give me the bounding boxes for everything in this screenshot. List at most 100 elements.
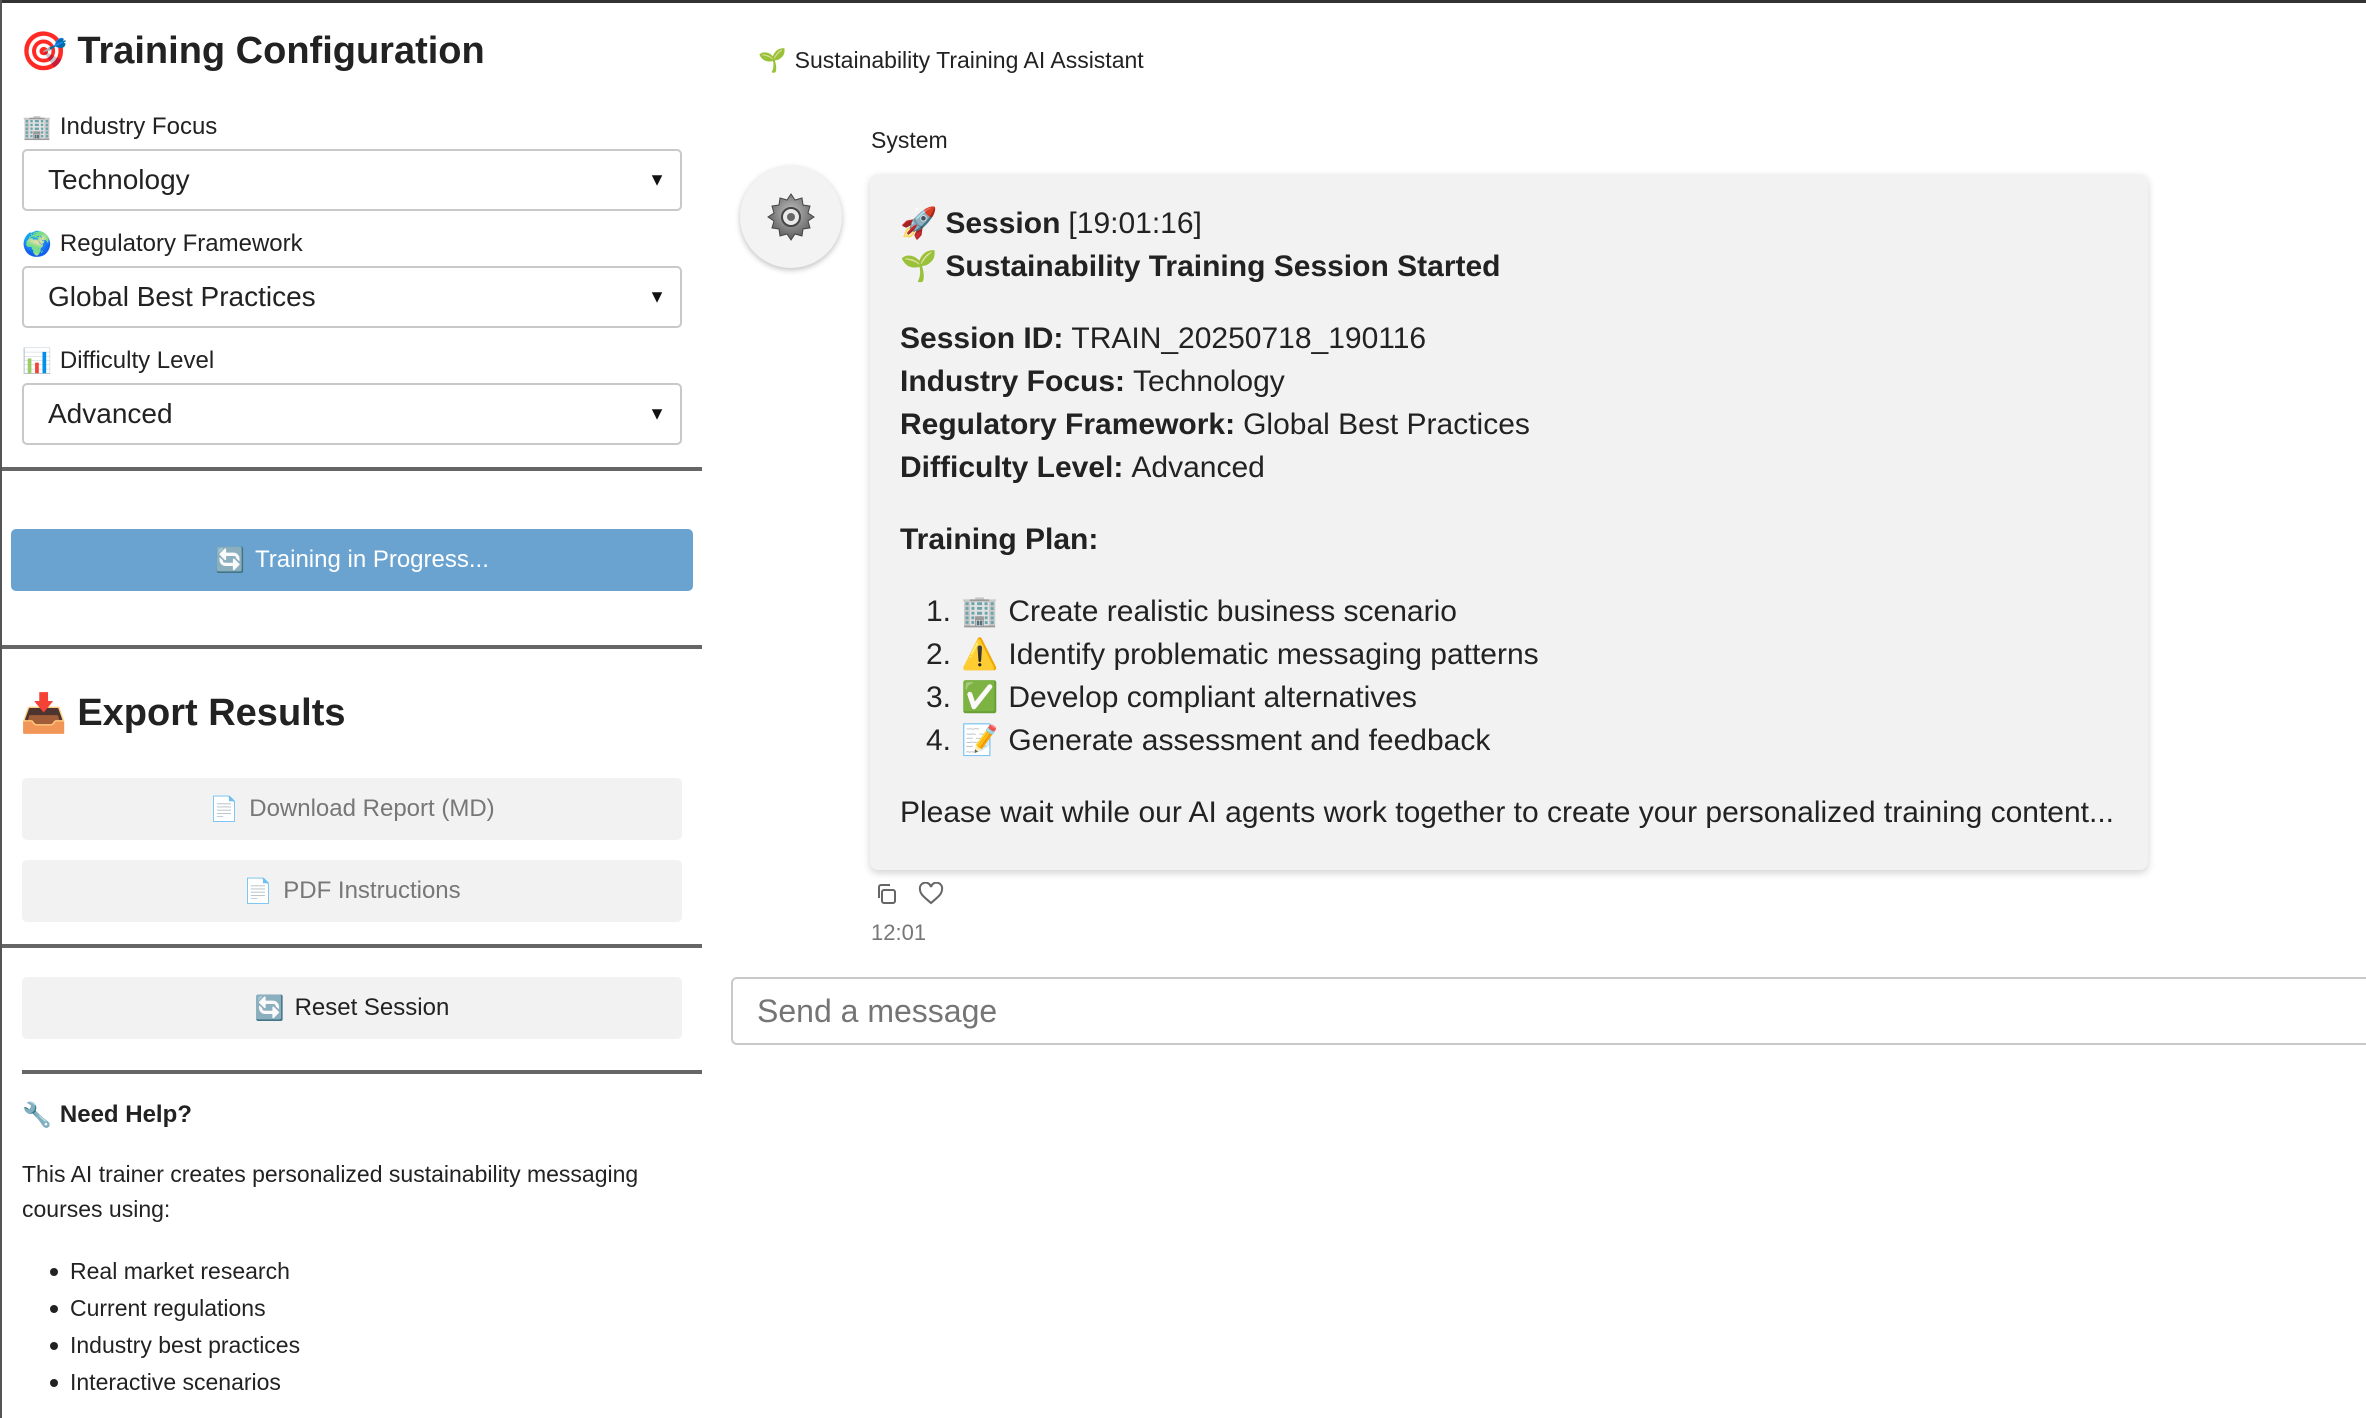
list-text: Create realistic business scenario <box>1008 594 1457 628</box>
list-item: Real market research <box>50 1253 300 1290</box>
gear-icon <box>767 193 815 241</box>
industry-focus-select[interactable]: Technology ▼ <box>22 149 682 211</box>
difficulty-level-select[interactable]: Advanced ▼ <box>22 383 682 445</box>
difficulty-level-label-text: Difficulty Level <box>59 347 215 374</box>
field-key: Industry Focus: <box>900 364 1126 398</box>
session-started-line: 🌱 Sustainability Training Session Starte… <box>900 245 2118 288</box>
field-key: Session ID: <box>900 321 1064 355</box>
dropdown-arrow-icon: ▼ <box>648 169 666 190</box>
difficulty-level-line: Difficulty Level: Advanced <box>900 446 2118 489</box>
divider <box>22 1070 702 1074</box>
training-plan-list: 1. 🏢 Create realistic business scenario … <box>900 590 2118 762</box>
industry-focus-line: Industry Focus: Technology <box>900 360 2118 403</box>
download-report-button[interactable]: 📄 Download Report (MD) <box>22 778 682 840</box>
copy-icon[interactable] <box>874 882 898 906</box>
wrench-icon: 🔧 <box>22 1101 52 1129</box>
sidebar: 🎯 Training Configuration 🏢 Industry Focu… <box>2 3 702 1418</box>
divider <box>2 467 702 471</box>
list-item: 3. ✅ Develop compliant alternatives <box>926 676 2118 719</box>
session-label: Session <box>945 206 1061 240</box>
dropdown-arrow-icon: ▼ <box>648 286 666 307</box>
list-item: 4. 📝 Generate assessment and feedback <box>926 719 2118 762</box>
list-number: 3. <box>926 680 952 714</box>
seedling-icon: 🌱 <box>758 48 787 74</box>
message-input[interactable] <box>731 977 2366 1045</box>
list-item: Interactive scenarios <box>50 1364 300 1401</box>
list-number: 4. <box>926 723 952 757</box>
avatar <box>740 166 842 268</box>
need-help-title-text: Need Help? <box>59 1101 192 1128</box>
help-list: Real market research Current regulations… <box>50 1253 300 1401</box>
seedling-icon: 🌱 <box>900 249 938 284</box>
list-number: 2. <box>926 637 952 671</box>
regulatory-framework-select[interactable]: Global Best Practices ▼ <box>22 266 682 328</box>
heart-icon[interactable] <box>918 882 944 906</box>
pdf-instructions-label: PDF Instructions <box>283 877 461 904</box>
export-results-title-text: Export Results <box>77 692 346 734</box>
field-value: TRAIN_20250718_190116 <box>1071 321 1427 355</box>
document-icon: 📄 <box>243 877 274 905</box>
session-id-line: Session ID: TRAIN_20250718_190116 <box>900 317 2118 360</box>
reset-session-label: Reset Session <box>294 994 450 1021</box>
building-icon: 🏢 <box>22 113 52 141</box>
target-icon: 🎯 <box>20 29 68 73</box>
session-started-text: Sustainability Training Session Started <box>945 249 1501 283</box>
training-progress-label: Training in Progress... <box>255 546 489 573</box>
industry-focus-value: Technology <box>48 164 190 195</box>
chat-header-text: Sustainability Training AI Assistant <box>794 47 1144 73</box>
document-icon: 📄 <box>209 795 240 823</box>
chat-header: 🌱 Sustainability Training AI Assistant <box>758 47 1144 74</box>
refresh-icon: 🔄 <box>254 994 285 1022</box>
need-help-title: 🔧 Need Help? <box>22 1101 192 1129</box>
rocket-icon: 🚀 <box>900 206 938 241</box>
divider <box>2 645 702 649</box>
list-text: Develop compliant alternatives <box>1008 680 1417 714</box>
difficulty-level-label: 📊 Difficulty Level <box>22 347 214 375</box>
list-item: Industry best practices <box>50 1327 300 1364</box>
list-item: 2. ⚠️ Identify problematic messaging pat… <box>926 633 2118 676</box>
refresh-icon: 🔄 <box>215 546 245 574</box>
inbox-tray-icon: 📥 <box>20 691 68 735</box>
bar-chart-icon: 📊 <box>22 347 52 375</box>
training-plan-title-text: Training Plan: <box>900 522 1099 556</box>
regulatory-framework-label: 🌍 Regulatory Framework <box>22 230 303 258</box>
field-key: Regulatory Framework: <box>900 407 1236 441</box>
session-time: [19:01:16] <box>1068 206 1202 240</box>
training-plan-title: Training Plan: <box>900 518 2118 561</box>
message-sender: System <box>871 127 948 153</box>
difficulty-level-value: Advanced <box>48 398 173 429</box>
industry-focus-label-text: Industry Focus <box>59 113 218 140</box>
list-text: Generate assessment and feedback <box>1008 723 1491 757</box>
globe-icon: 🌍 <box>22 230 52 258</box>
message-actions <box>874 882 944 906</box>
field-value: Technology <box>1133 364 1285 398</box>
pdf-instructions-button[interactable]: 📄 PDF Instructions <box>22 860 682 922</box>
list-text: Identify problematic messaging patterns <box>1008 637 1539 671</box>
field-value: Advanced <box>1131 450 1265 484</box>
regulatory-framework-label-text: Regulatory Framework <box>59 230 303 257</box>
check-mark-icon: ✅ <box>961 680 999 715</box>
list-item: Current regulations <box>50 1290 300 1327</box>
download-report-label: Download Report (MD) <box>249 795 495 822</box>
message-timestamp: 12:01 <box>871 920 927 945</box>
reset-session-button[interactable]: 🔄 Reset Session <box>22 977 682 1039</box>
session-line: 🚀 Session [19:01:16] <box>900 202 2118 245</box>
industry-focus-label: 🏢 Industry Focus <box>22 113 217 141</box>
regulatory-framework-value: Global Best Practices <box>48 281 316 312</box>
export-results-title: 📥 Export Results <box>20 691 346 736</box>
list-number: 1. <box>926 594 952 628</box>
training-progress-button[interactable]: 🔄 Training in Progress... <box>11 529 693 591</box>
list-item: 1. 🏢 Create realistic business scenario <box>926 590 2118 633</box>
system-message: 🚀 Session [19:01:16] 🌱 Sustainability Tr… <box>870 174 2148 870</box>
memo-icon: 📝 <box>961 723 999 758</box>
regulatory-framework-line: Regulatory Framework: Global Best Practi… <box>900 403 2118 446</box>
divider <box>2 944 702 948</box>
message-footer: Please wait while our AI agents work tog… <box>900 795 2115 829</box>
building-icon: 🏢 <box>961 594 999 629</box>
dropdown-arrow-icon: ▼ <box>648 403 666 424</box>
warning-icon: ⚠️ <box>961 637 999 672</box>
field-value: Global Best Practices <box>1243 407 1530 441</box>
sidebar-title-text: Training Configuration <box>77 30 485 72</box>
field-key: Difficulty Level: <box>900 450 1124 484</box>
help-description: This AI trainer creates personalized sus… <box>22 1161 639 1222</box>
